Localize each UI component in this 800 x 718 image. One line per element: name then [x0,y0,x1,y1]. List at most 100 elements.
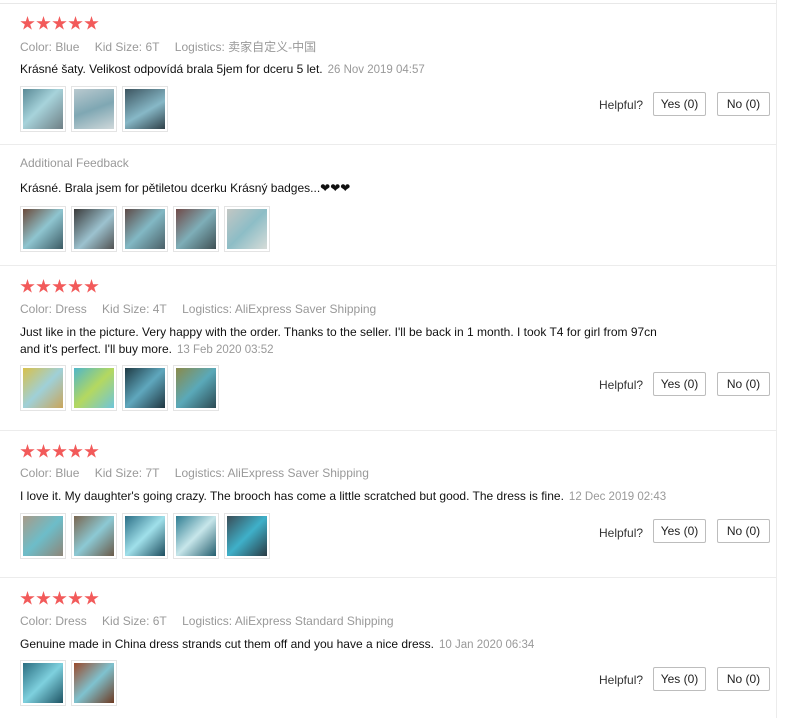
review-divider [0,265,776,266]
star-icon [20,591,35,605]
kid-size-value: 6T [152,614,167,628]
logistics-value: AliExpress Saver Shipping [227,466,369,480]
review-meta: Color: Dress Kid Size: 6T Logistics: Ali… [20,614,406,628]
helpful-no-button[interactable]: No (0) [717,92,770,116]
review-photo[interactable] [20,365,66,411]
helpful-label: Helpful? [599,98,644,112]
feedback-divider [0,144,776,145]
color-value: Dress [55,614,87,628]
review-text: Genuine made in China dress strands cut … [20,636,534,654]
kid-size-value: 7T [145,466,160,480]
review-text-line-2: and it's perfect. I'll buy more. 13 Feb 2… [20,341,274,359]
color-value: Blue [55,466,80,480]
review-meta: Color: Blue Kid Size: 7T Logistics: AliE… [20,466,381,480]
review-photo[interactable] [122,206,168,252]
star-icon [52,279,67,293]
review-photo[interactable] [20,660,66,706]
review-text-line-1: Just like in the picture. Very happy wit… [20,325,657,339]
review-photo[interactable] [224,513,270,559]
star-icon [84,591,99,605]
review-photo[interactable] [20,206,66,252]
top-divider [0,3,776,4]
star-icon [84,16,99,30]
color-label: Color: [20,40,53,54]
logistics-label: Logistics: [182,614,233,628]
additional-feedback-photos [20,206,270,252]
color-label: Color: [20,466,53,480]
star-icon [68,279,83,293]
logistics-label: Logistics: [174,466,225,480]
review-divider [0,577,776,578]
star-icon [36,591,51,605]
star-icon [20,16,35,30]
color-label: Color: [20,302,53,316]
review-photo[interactable] [173,206,219,252]
logistics-label: Logistics: [174,40,225,54]
review-text: Krásné šaty. Velikost odpovídá brala 5je… [20,61,425,79]
star-icon [36,279,51,293]
kid-size-label: Kid Size: [102,614,150,628]
review-photo[interactable] [173,513,219,559]
helpful-yes-button[interactable]: Yes (0) [653,372,706,396]
helpful-yes-button[interactable]: Yes (0) [653,667,706,691]
star-icon [68,591,83,605]
review-photo[interactable] [71,206,117,252]
review-photo[interactable] [71,86,117,132]
color-value: Dress [55,302,87,316]
star-rating [20,279,99,295]
additional-feedback-label: Additional Feedback [20,156,129,170]
helpful-no-button[interactable]: No (0) [717,372,770,396]
review-photo[interactable] [20,86,66,132]
review-meta: Color: Dress Kid Size: 4T Logistics: Ali… [20,302,388,316]
helpful-no-button[interactable]: No (0) [717,519,770,543]
review-photos [20,660,117,706]
logistics-value: 卖家自定义-中国 [228,40,317,54]
review-body: and it's perfect. I'll buy more. [20,342,172,356]
review-photo[interactable] [122,365,168,411]
logistics-value: AliExpress Saver Shipping [234,302,377,316]
star-icon [84,444,99,458]
star-icon [68,444,83,458]
review-meta: Color: Blue Kid Size: 6T Logistics: 卖家自定… [20,38,328,55]
review-text: I love it. My daughter's going crazy. Th… [20,488,666,506]
kid-size-label: Kid Size: [94,40,143,54]
star-icon [84,279,99,293]
color-label: Color: [20,614,53,628]
review-body: Krásné šaty. Velikost odpovídá brala 5je… [20,62,323,76]
star-rating [20,591,99,607]
review-divider [0,430,776,431]
additional-feedback-body: Krásné. Brala jsem for pětiletou dcerku … [20,181,321,195]
review-photo[interactable] [173,365,219,411]
review-date: 10 Jan 2020 06:34 [439,639,535,651]
kid-size-value: 4T [152,302,167,316]
helpful-label: Helpful? [599,673,644,687]
kid-size-label: Kid Size: [102,302,150,316]
review-date: 13 Feb 2020 03:52 [176,344,274,356]
review-photos [20,86,168,132]
logistics-label: Logistics: [182,302,233,316]
star-icon [36,16,51,30]
review-photo[interactable] [122,86,168,132]
helpful-no-button[interactable]: No (0) [717,667,770,691]
star-icon [20,444,35,458]
review-body: I love it. My daughter's going crazy. Th… [20,489,564,503]
review-photo[interactable] [71,365,117,411]
star-rating [20,444,99,460]
review-photo[interactable] [224,206,270,252]
review-photo[interactable] [20,513,66,559]
star-icon [68,16,83,30]
helpful-label: Helpful? [599,378,644,392]
review-photos [20,513,270,559]
star-icon [52,444,67,458]
review-photo[interactable] [71,513,117,559]
helpful-yes-button[interactable]: Yes (0) [653,519,706,543]
star-icon [20,279,35,293]
review-photo[interactable] [71,660,117,706]
review-date: 12 Dec 2019 02:43 [568,491,667,503]
review-photo[interactable] [122,513,168,559]
review-photos [20,365,219,411]
kid-size-value: 6T [145,40,160,54]
review-body: Genuine made in China dress strands cut … [20,637,435,651]
helpful-yes-button[interactable]: Yes (0) [653,92,706,116]
star-icon [52,16,67,30]
